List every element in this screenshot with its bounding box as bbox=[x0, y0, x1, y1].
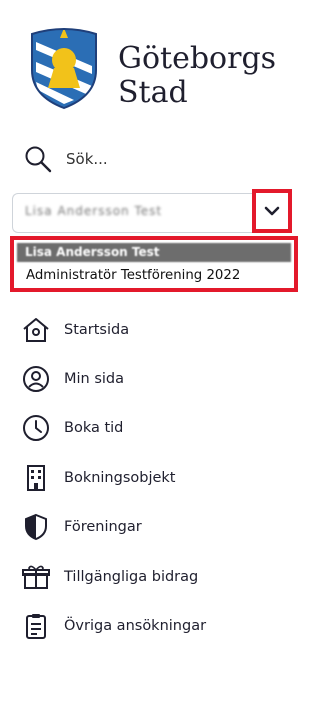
nav-item-foreningar[interactable]: Föreningar bbox=[20, 503, 290, 552]
gothenburg-logo[interactable]: Göteborgs Stad bbox=[24, 24, 280, 116]
nav-label: Tillgängliga bidrag bbox=[64, 568, 199, 585]
home-icon bbox=[20, 314, 52, 346]
coat-of-arms-icon bbox=[31, 28, 97, 110]
main-navigation: Startsida Min sida Boka tid Bokningsobje… bbox=[20, 305, 290, 651]
organization-dropdown: Lisa Andersson Test Administratör Testfö… bbox=[10, 236, 298, 292]
nav-item-ovriga-ansokningar[interactable]: Övriga ansökningar bbox=[20, 601, 290, 650]
brand-name: Göteborgs Stad bbox=[118, 41, 277, 110]
clipboard-icon bbox=[20, 610, 52, 642]
nav-label: Min sida bbox=[64, 371, 125, 388]
nav-label: Bokningsobjekt bbox=[64, 469, 176, 486]
dropdown-option[interactable]: Administratör Testförening 2022 bbox=[26, 266, 240, 286]
building-icon bbox=[20, 462, 52, 494]
user-icon bbox=[20, 363, 52, 395]
shield-icon bbox=[20, 511, 52, 543]
nav-label: Boka tid bbox=[64, 420, 124, 437]
select-toggle-button[interactable] bbox=[252, 189, 292, 233]
dropdown-option[interactable]: Lisa Andersson Test bbox=[17, 243, 291, 262]
nav-label: Övriga ansökningar bbox=[64, 618, 207, 635]
organization-select[interactable]: Lisa Andersson Test bbox=[12, 189, 295, 233]
select-field[interactable]: Lisa Andersson Test bbox=[12, 193, 253, 233]
search-icon bbox=[25, 146, 52, 173]
nav-item-boka-tid[interactable]: Boka tid bbox=[20, 404, 290, 453]
nav-item-min-sida[interactable]: Min sida bbox=[20, 354, 290, 403]
selected-organization: Lisa Andersson Test bbox=[25, 204, 163, 218]
nav-item-bokningsobjekt[interactable]: Bokningsobjekt bbox=[20, 453, 290, 502]
nav-label: Föreningar bbox=[64, 519, 142, 536]
gift-icon bbox=[20, 561, 52, 593]
chevron-down-icon bbox=[264, 206, 280, 216]
clock-icon bbox=[20, 412, 52, 444]
search-button[interactable]: Sök... bbox=[24, 144, 108, 174]
nav-label: Startsida bbox=[64, 321, 130, 338]
nav-item-tillgangliga-bidrag[interactable]: Tillgängliga bidrag bbox=[20, 552, 290, 601]
nav-item-startsida[interactable]: Startsida bbox=[20, 305, 290, 354]
search-label: Sök... bbox=[66, 150, 108, 168]
